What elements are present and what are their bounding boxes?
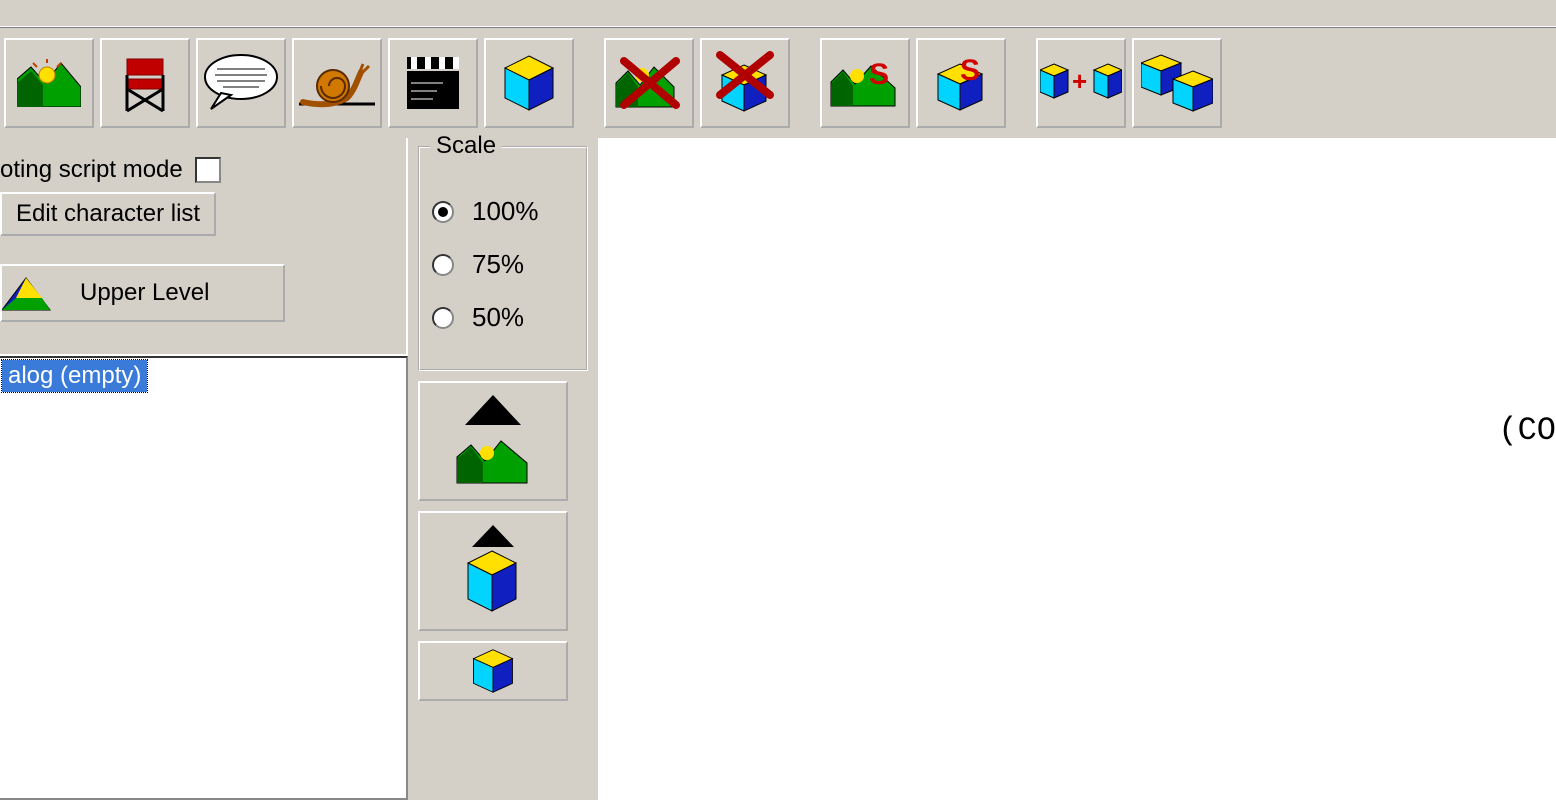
snail-icon	[299, 58, 375, 108]
cube-up-icon	[458, 521, 528, 621]
svg-text:+: +	[1072, 66, 1087, 96]
clapper-button[interactable]	[388, 38, 478, 128]
menu-bar-strip	[0, 0, 1556, 28]
scale-option-label: 100%	[472, 196, 539, 227]
scale-option-100[interactable]: 100%	[432, 196, 574, 227]
element-tree[interactable]: alog (empty)	[0, 356, 408, 800]
save-shot-button[interactable]: S	[916, 38, 1006, 128]
cube-icon	[503, 54, 555, 112]
document-view[interactable]: (CO	[600, 138, 1556, 800]
scale-nav-panel: Scale 100% 75% 50%	[408, 138, 600, 800]
cube-merge-icon: +	[1040, 60, 1122, 106]
nav-cube-button[interactable]	[418, 641, 568, 701]
script-mode-label: oting script mode	[0, 156, 183, 184]
dialog-bubble-button[interactable]	[196, 38, 286, 128]
scale-option-75[interactable]: 75%	[432, 249, 574, 280]
scene-icon	[17, 59, 81, 107]
split-cube-button[interactable]	[1132, 38, 1222, 128]
delete-scene-button[interactable]	[604, 38, 694, 128]
scale-groupbox: Scale 100% 75% 50%	[418, 146, 588, 371]
save-scene-button[interactable]: S	[820, 38, 910, 128]
nav-cube-up-button[interactable]	[418, 511, 568, 631]
merge-cubes-button[interactable]: +	[1036, 38, 1126, 128]
edit-character-list-button[interactable]: Edit character list	[0, 192, 216, 236]
cube-save-icon: S	[930, 52, 992, 114]
radio-icon	[432, 254, 454, 276]
shot-cube-button[interactable]	[484, 38, 574, 128]
scene-up-icon	[449, 391, 537, 491]
svg-text:S: S	[869, 58, 889, 91]
tree-item-selected[interactable]: alog (empty)	[2, 360, 147, 392]
cube-split-icon	[1141, 53, 1213, 113]
snail-button[interactable]	[292, 38, 382, 128]
nav-scene-up-button[interactable]	[418, 381, 568, 501]
main-toolbar: S S +	[0, 28, 1556, 138]
edit-char-label: Edit character list	[16, 200, 200, 227]
left-panel: oting script mode Edit character list	[0, 138, 408, 800]
cube-delete-icon	[712, 51, 778, 115]
script-mode-checkbox[interactable]	[195, 157, 221, 183]
document-text-fragment: (CO	[1498, 412, 1556, 449]
upper-level-icon	[2, 274, 64, 312]
delete-shot-button[interactable]	[700, 38, 790, 128]
director-chair-icon	[117, 53, 173, 113]
scale-title: Scale	[430, 132, 502, 160]
scene-button[interactable]	[4, 38, 94, 128]
radio-icon	[432, 307, 454, 329]
director-chair-button[interactable]	[100, 38, 190, 128]
main-area: oting script mode Edit character list	[0, 138, 1556, 800]
svg-text:S: S	[960, 54, 980, 87]
cube-icon	[469, 648, 517, 694]
upper-level-button[interactable]: Upper Level	[0, 264, 285, 322]
upper-level-label: Upper Level	[80, 279, 209, 307]
clapper-icon	[403, 53, 463, 113]
speech-bubble-icon	[201, 51, 281, 115]
radio-icon	[432, 201, 454, 223]
scene-save-icon: S	[827, 54, 903, 112]
scale-option-label: 75%	[472, 249, 524, 280]
scale-option-50[interactable]: 50%	[432, 302, 574, 333]
scene-delete-icon	[612, 53, 686, 113]
scale-option-label: 50%	[472, 302, 524, 333]
